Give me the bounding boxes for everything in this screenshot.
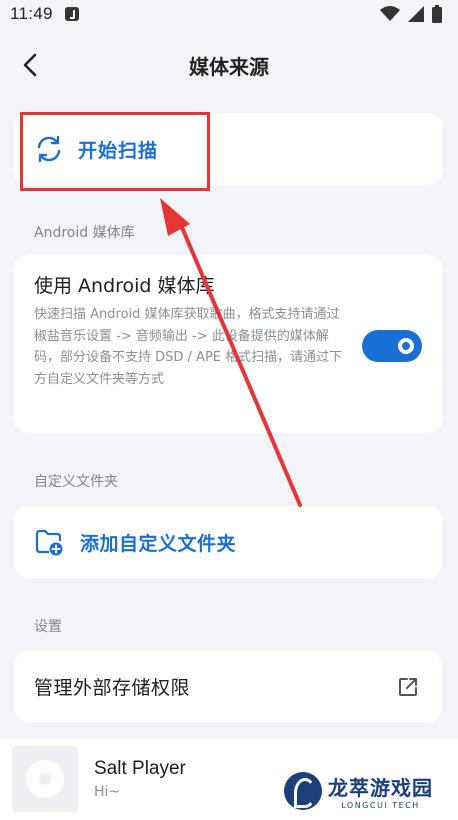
start-scan-label: 开始扫描: [78, 139, 159, 162]
wifi-icon: [380, 6, 400, 21]
manage-storage-permission-button[interactable]: 管理外部存储权限: [14, 651, 442, 722]
android-media-library-title: 使用 Android 媒体库: [34, 275, 215, 297]
player-title: Salt Player: [94, 758, 186, 779]
app-bar: 媒体来源: [0, 40, 458, 90]
section-header-android: Android 媒体库: [34, 225, 135, 241]
status-bar: 11:49: [0, 0, 458, 28]
manage-storage-permission-label: 管理外部存储权限: [34, 677, 191, 699]
android-media-library-description: 快速扫描 Android 媒体库获取歌曲，格式支持请通过椒盐音乐设置 -> 音频…: [34, 307, 343, 387]
start-scan-button[interactable]: 开始扫描: [14, 113, 442, 185]
refresh-icon: [37, 135, 61, 163]
android-media-library-card[interactable]: 使用 Android 媒体库 快速扫描 Android 媒体库获取歌曲，格式支持…: [14, 255, 442, 433]
battery-icon: [432, 5, 442, 23]
watermark-logo: 龙萃游戏园 LONGCUI TECH: [284, 770, 440, 812]
status-time: 11:49: [10, 4, 53, 23]
signal-icon: [408, 6, 424, 22]
toggle-knob: [398, 338, 414, 354]
watermark-emblem-icon: [284, 772, 322, 810]
watermark-subtitle: LONGCUI TECH: [341, 801, 420, 810]
watermark-title: 龙萃游戏园: [328, 776, 433, 800]
status-icons: [380, 5, 442, 23]
section-header-custom-folder: 自定义文件夹: [34, 474, 118, 490]
album-art: [12, 746, 78, 812]
player-subtitle: Hi~: [94, 784, 121, 800]
external-link-icon: [399, 677, 417, 696]
add-custom-folder-label: 添加自定义文件夹: [80, 532, 237, 555]
chevron-left-icon: [23, 53, 37, 77]
section-header-settings: 设置: [34, 619, 62, 635]
folder-add-icon: [35, 529, 63, 556]
page-title: 媒体来源: [189, 54, 269, 79]
disc-icon: [26, 760, 64, 798]
app-notification-icon: [64, 7, 79, 21]
add-custom-folder-button[interactable]: 添加自定义文件夹: [14, 506, 442, 578]
android-media-library-toggle[interactable]: [362, 330, 422, 362]
back-button[interactable]: [14, 48, 48, 82]
